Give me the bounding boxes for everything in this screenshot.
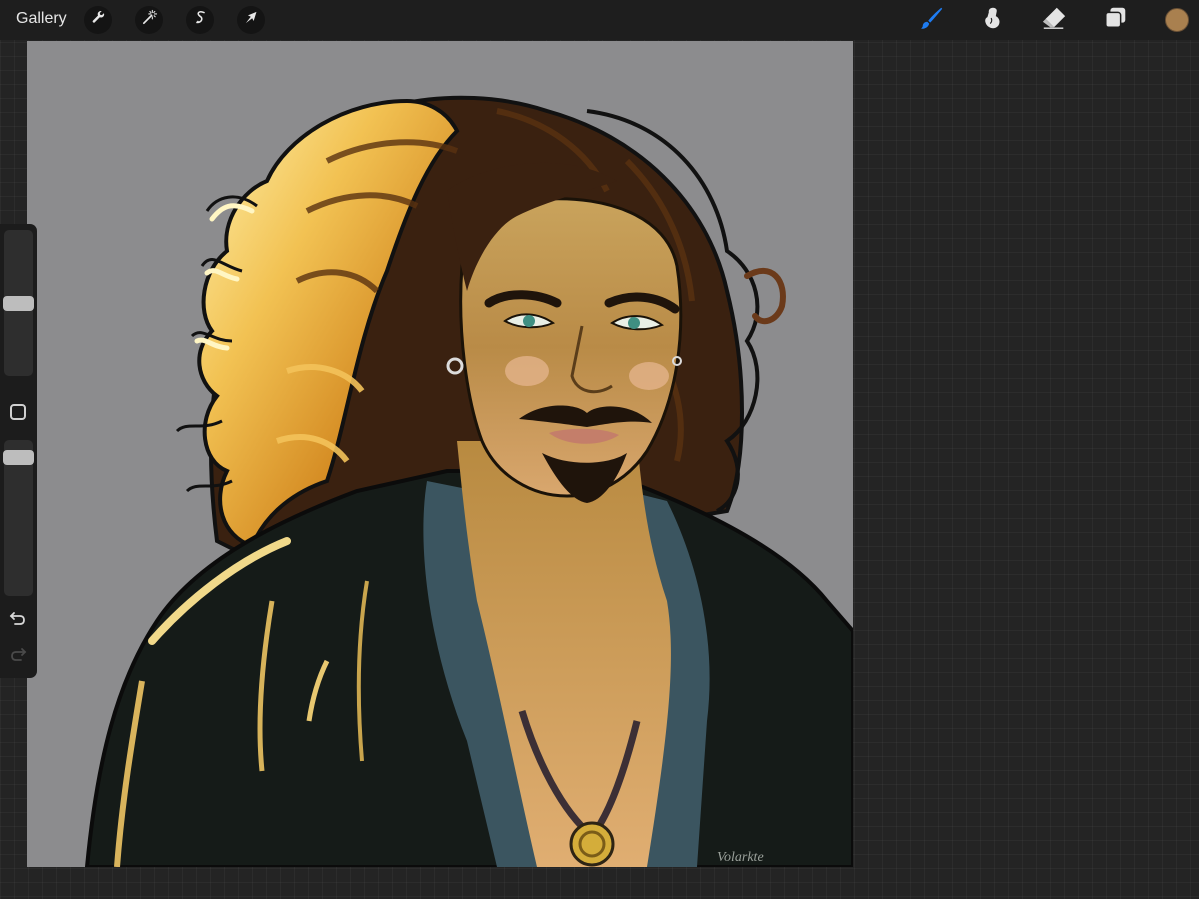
smudge-tool-button[interactable]: [978, 5, 1008, 35]
redo-button[interactable]: [8, 646, 28, 666]
gallery-button[interactable]: Gallery: [16, 10, 67, 28]
adjustments-button[interactable]: [135, 6, 163, 34]
undo-icon: [9, 609, 27, 632]
eraser-tool-button[interactable]: [1039, 5, 1069, 35]
redo-icon: [9, 645, 27, 668]
artist-signature: Volarkte: [717, 850, 764, 865]
transform-arrow-icon: [243, 9, 260, 31]
brush-icon: [919, 5, 945, 36]
transform-button[interactable]: [237, 6, 265, 34]
eraser-icon: [1041, 5, 1067, 36]
artwork-portrait: Volarkte: [27, 41, 853, 867]
color-picker-button[interactable]: [1165, 8, 1189, 32]
selection-icon: [192, 9, 209, 31]
magic-wand-icon: [141, 9, 158, 31]
actions-button[interactable]: [84, 6, 112, 34]
left-sidebar: [0, 224, 37, 678]
modify-button[interactable]: [10, 404, 26, 420]
top-toolbar: Gallery: [0, 0, 1199, 40]
smudge-icon: [980, 5, 1006, 36]
brush-tool-button[interactable]: [917, 5, 947, 35]
layers-icon: [1103, 5, 1129, 36]
layers-button[interactable]: [1101, 5, 1131, 35]
opacity-thumb[interactable]: [3, 449, 34, 465]
undo-button[interactable]: [8, 610, 28, 630]
selection-button[interactable]: [186, 6, 214, 34]
wrench-icon: [90, 9, 107, 31]
brush-size-thumb[interactable]: [3, 295, 34, 311]
drawing-canvas[interactable]: Volarkte: [27, 41, 853, 867]
